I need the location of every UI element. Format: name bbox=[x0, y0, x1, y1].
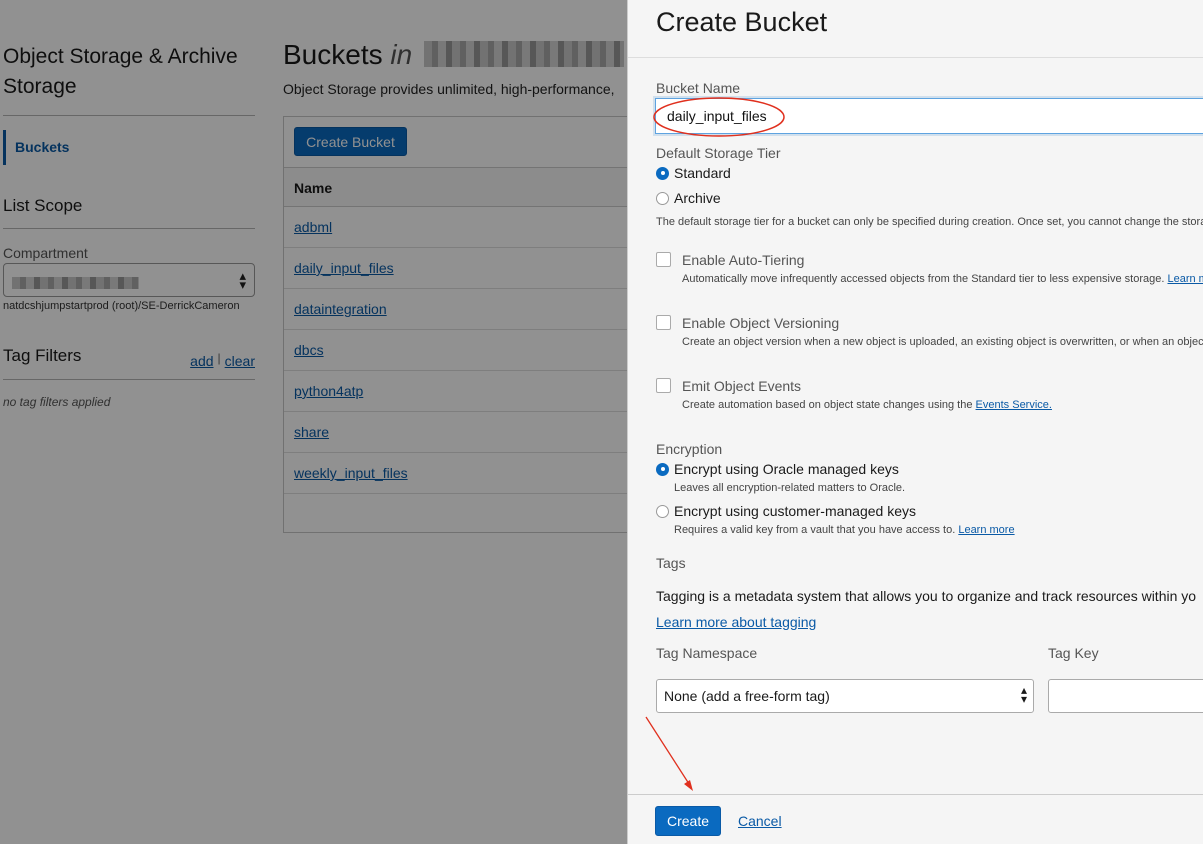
events-checkbox[interactable] bbox=[656, 378, 671, 393]
bucket-name-label: Bucket Name bbox=[656, 80, 741, 96]
tier-help-text: The default storage tier for a bucket ca… bbox=[656, 216, 1203, 228]
panel-footer: Create Cancel bbox=[628, 794, 1203, 844]
auto-tiering-label[interactable]: Enable Auto-Tiering bbox=[682, 252, 804, 268]
tier-archive-option[interactable]: Archive bbox=[656, 189, 721, 207]
enc-customer-label: Encrypt using customer-managed keys bbox=[674, 503, 916, 519]
tag-namespace-value: None (add a free-form tag) bbox=[664, 688, 830, 704]
versioning-label[interactable]: Enable Object Versioning bbox=[682, 315, 839, 331]
events-help: Create automation based on object state … bbox=[682, 399, 1052, 411]
create-bucket-panel: Create Bucket Bucket Name Default Storag… bbox=[627, 0, 1203, 844]
cancel-link[interactable]: Cancel bbox=[738, 813, 782, 829]
encryption-label: Encryption bbox=[656, 441, 723, 457]
tier-standard-label: Standard bbox=[674, 165, 731, 181]
enc-learn-more-link[interactable]: Learn more bbox=[958, 524, 1014, 536]
tag-namespace-label: Tag Namespace bbox=[656, 645, 758, 661]
auto-tiering-help: Automatically move infrequently accessed… bbox=[682, 273, 1203, 285]
tag-namespace-select[interactable]: None (add a free-form tag) ▴ ▾ bbox=[656, 679, 1034, 713]
events-label[interactable]: Emit Object Events bbox=[682, 378, 801, 394]
tier-standard-option[interactable]: Standard bbox=[656, 164, 731, 182]
panel-title: Create Bucket bbox=[656, 7, 828, 37]
panel-header: Create Bucket bbox=[628, 0, 1203, 58]
auto-tiering-learn-more-link[interactable]: Learn m bbox=[1167, 273, 1203, 285]
select-arrows-icon: ▴ ▾ bbox=[1020, 683, 1027, 706]
enc-customer-option[interactable]: Encrypt using customer-managed keys bbox=[656, 502, 916, 520]
auto-tiering-help-text: Automatically move infrequently accessed… bbox=[682, 273, 1165, 285]
auto-tiering-checkbox[interactable] bbox=[656, 252, 671, 267]
versioning-help: Create an object version when a new obje… bbox=[682, 336, 1203, 348]
radio-icon[interactable] bbox=[656, 191, 669, 205]
events-service-link[interactable]: Events Service. bbox=[976, 399, 1052, 411]
tags-description: Tagging is a metadata system that allows… bbox=[656, 588, 1197, 604]
enc-oracle-help: Leaves all encryption-related matters to… bbox=[674, 482, 906, 494]
radio-icon[interactable] bbox=[656, 504, 669, 518]
tags-learn-more-link[interactable]: Learn more about tagging bbox=[656, 614, 816, 630]
enc-customer-help-text: Requires a valid key from a vault that y… bbox=[674, 524, 956, 536]
tag-key-input[interactable] bbox=[1048, 679, 1203, 713]
tier-archive-label: Archive bbox=[674, 190, 721, 206]
events-help-text: Create automation based on object state … bbox=[682, 399, 973, 411]
enc-oracle-label: Encrypt using Oracle managed keys bbox=[674, 461, 899, 477]
enc-oracle-option[interactable]: Encrypt using Oracle managed keys bbox=[656, 460, 899, 478]
storage-tier-label: Default Storage Tier bbox=[656, 145, 781, 161]
create-button[interactable]: Create bbox=[655, 806, 721, 836]
enc-customer-help: Requires a valid key from a vault that y… bbox=[674, 524, 1015, 536]
versioning-checkbox[interactable] bbox=[656, 315, 671, 330]
bucket-name-input[interactable] bbox=[655, 98, 1203, 134]
radio-selected-icon[interactable] bbox=[656, 462, 669, 476]
modal-overlay[interactable] bbox=[0, 0, 628, 844]
radio-selected-icon[interactable] bbox=[656, 166, 669, 180]
tag-key-label: Tag Key bbox=[1048, 645, 1099, 661]
tags-label: Tags bbox=[656, 555, 686, 571]
